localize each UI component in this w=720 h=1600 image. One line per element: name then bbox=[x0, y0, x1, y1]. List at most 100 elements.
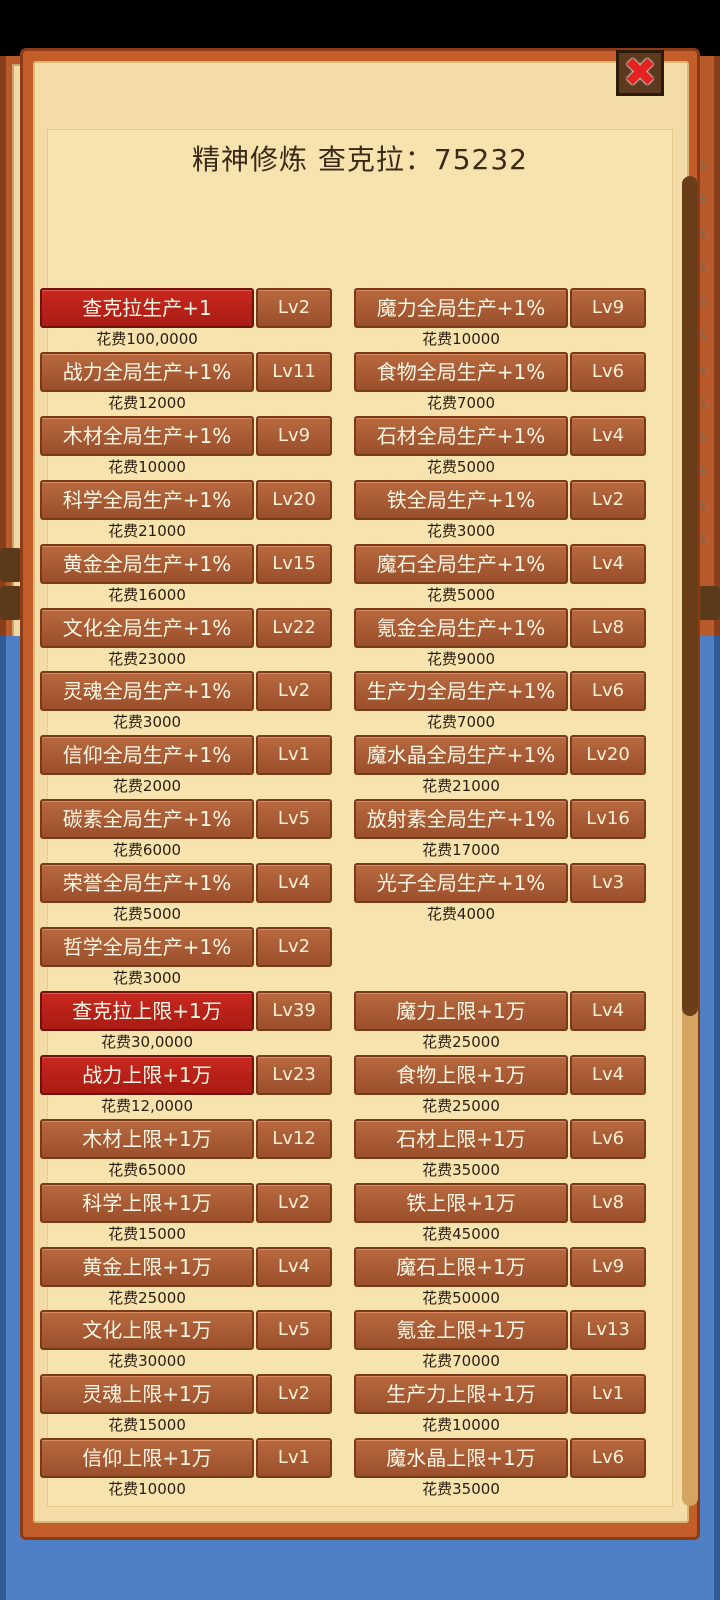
skill-upgrade-button[interactable]: 荣誉全局生产+1% bbox=[40, 863, 254, 903]
skill-upgrade-button[interactable]: 黄金全局生产+1% bbox=[40, 544, 254, 584]
skill-upgrade-button[interactable]: 灵魂全局生产+1% bbox=[40, 671, 254, 711]
close-button[interactable]: ✖ bbox=[616, 50, 664, 96]
skill-cost-label: 花费12,0000 bbox=[100, 1097, 194, 1115]
scrollbar-thumb[interactable] bbox=[682, 176, 698, 1016]
skill-upgrade-button[interactable]: 信仰全局生产+1% bbox=[40, 735, 254, 775]
skill-upgrade-button[interactable]: 魔水晶全局生产+1% bbox=[354, 735, 568, 775]
skill-cost-label: 花费10000 bbox=[108, 458, 186, 476]
skill-upgrade-button[interactable]: 铁全局生产+1% bbox=[354, 480, 568, 520]
skill-level-badge[interactable]: Lv4 bbox=[570, 1055, 646, 1095]
skill-level-badge[interactable]: Lv4 bbox=[570, 991, 646, 1031]
skill-level-badge[interactable]: Lv20 bbox=[256, 480, 332, 520]
skill-upgrade-button[interactable]: 黄金上限+1万 bbox=[40, 1247, 254, 1287]
skill-level-badge[interactable]: Lv39 bbox=[256, 991, 332, 1031]
skill-level-badge[interactable]: Lv4 bbox=[256, 863, 332, 903]
skill-level-badge[interactable]: Lv15 bbox=[256, 544, 332, 584]
skill-level-badge[interactable]: Lv2 bbox=[256, 288, 332, 328]
skill-level-badge[interactable]: Lv8 bbox=[570, 1183, 646, 1223]
close-icon: ✖ bbox=[623, 50, 657, 96]
skill-cost-label: 花费6000 bbox=[112, 841, 182, 859]
skill-upgrade-button[interactable]: 文化上限+1万 bbox=[40, 1310, 254, 1350]
skill-level-badge[interactable]: Lv2 bbox=[256, 1374, 332, 1414]
skill-level-badge[interactable]: Lv4 bbox=[570, 416, 646, 456]
skill-level-badge[interactable]: Lv9 bbox=[256, 416, 332, 456]
skill-upgrade-button[interactable]: 生产力全局生产+1% bbox=[354, 671, 568, 711]
skill-upgrade-button[interactable]: 魔力全局生产+1% bbox=[354, 288, 568, 328]
skill-level-badge[interactable]: Lv2 bbox=[570, 480, 646, 520]
skill-upgrade-button[interactable]: 木材全局生产+1% bbox=[40, 416, 254, 456]
skill-cost-label: 花费35000 bbox=[422, 1480, 500, 1498]
skill-upgrade-button[interactable]: 科学上限+1万 bbox=[40, 1183, 254, 1223]
skill-level-badge[interactable]: Lv1 bbox=[570, 1374, 646, 1414]
skill-upgrade-button[interactable]: 科学全局生产+1% bbox=[40, 480, 254, 520]
skill-level-badge[interactable]: Lv23 bbox=[256, 1055, 332, 1095]
skill-upgrade-button[interactable]: 哲学全局生产+1% bbox=[40, 927, 254, 967]
skill-level-badge[interactable]: Lv6 bbox=[570, 1119, 646, 1159]
skill-cost-label: 花费5000 bbox=[426, 586, 496, 604]
skill-upgrade-button[interactable]: 战力全局生产+1% bbox=[40, 352, 254, 392]
skill-upgrade-button[interactable]: 魔石全局生产+1% bbox=[354, 544, 568, 584]
skill-cost-label: 花费17000 bbox=[422, 841, 500, 859]
modal-title: 精神修炼 查克拉：75232 bbox=[192, 143, 528, 176]
skill-upgrade-button[interactable]: 食物上限+1万 bbox=[354, 1055, 568, 1095]
skill-level-badge[interactable]: Lv20 bbox=[570, 735, 646, 775]
skill-upgrade-button[interactable]: 魔水晶上限+1万 bbox=[354, 1438, 568, 1478]
skill-level-badge[interactable]: Lv9 bbox=[570, 1247, 646, 1287]
scrollbar[interactable] bbox=[682, 176, 698, 1506]
skill-upgrade-button[interactable]: 查克拉生产+1 bbox=[40, 288, 254, 328]
skill-cost-label: 花费15000 bbox=[108, 1416, 186, 1434]
skill-upgrade-button[interactable]: 碳素全局生产+1% bbox=[40, 799, 254, 839]
skill-upgrade-button[interactable]: 魔石上限+1万 bbox=[354, 1247, 568, 1287]
skill-level-badge[interactable]: Lv9 bbox=[570, 288, 646, 328]
skill-upgrade-button[interactable]: 生产力上限+1万 bbox=[354, 1374, 568, 1414]
skill-level-badge[interactable]: Lv1 bbox=[256, 1438, 332, 1478]
skill-level-badge[interactable]: Lv12 bbox=[256, 1119, 332, 1159]
skill-cost-label: 花费25000 bbox=[422, 1033, 500, 1051]
skill-upgrade-button[interactable]: 石材全局生产+1% bbox=[354, 416, 568, 456]
skill-cost-label: 花费21000 bbox=[422, 777, 500, 795]
skill-upgrade-button[interactable]: 文化全局生产+1% bbox=[40, 608, 254, 648]
skill-cost-label: 花费23000 bbox=[108, 650, 186, 668]
skill-cost-label: 花费4000 bbox=[426, 905, 496, 923]
skill-level-badge[interactable]: Lv22 bbox=[256, 608, 332, 648]
skill-level-badge[interactable]: Lv6 bbox=[570, 1438, 646, 1478]
skill-cost-label: 花费7000 bbox=[426, 713, 496, 731]
skill-upgrade-button[interactable]: 信仰上限+1万 bbox=[40, 1438, 254, 1478]
skill-upgrade-button[interactable]: 魔力上限+1万 bbox=[354, 991, 568, 1031]
skill-level-badge[interactable]: Lv2 bbox=[256, 927, 332, 967]
skill-upgrade-button[interactable]: 查克拉上限+1万 bbox=[40, 991, 254, 1031]
skill-cost-label: 花费65000 bbox=[108, 1161, 186, 1179]
skill-cost-label: 花费25000 bbox=[108, 1289, 186, 1307]
skill-upgrade-button[interactable]: 石材上限+1万 bbox=[354, 1119, 568, 1159]
skill-level-badge[interactable]: Lv2 bbox=[256, 1183, 332, 1223]
skill-cost-label: 花费21000 bbox=[108, 522, 186, 540]
skill-cost-label: 花费10000 bbox=[108, 1480, 186, 1498]
skill-level-badge[interactable]: Lv13 bbox=[570, 1310, 646, 1350]
skill-upgrade-button[interactable]: 氪金全局生产+1% bbox=[354, 608, 568, 648]
skill-cost-label: 花费9000 bbox=[426, 650, 496, 668]
skill-upgrade-button[interactable]: 氪金上限+1万 bbox=[354, 1310, 568, 1350]
skill-cost-label: 花费10000 bbox=[422, 1416, 500, 1434]
skill-upgrade-button[interactable]: 食物全局生产+1% bbox=[354, 352, 568, 392]
skill-level-badge[interactable]: Lv8 bbox=[570, 608, 646, 648]
skill-level-badge[interactable]: Lv1 bbox=[256, 735, 332, 775]
skill-level-badge[interactable]: Lv11 bbox=[256, 352, 332, 392]
skill-upgrade-button[interactable]: 木材上限+1万 bbox=[40, 1119, 254, 1159]
skill-upgrade-button[interactable]: 铁上限+1万 bbox=[354, 1183, 568, 1223]
skill-level-badge[interactable]: Lv5 bbox=[256, 799, 332, 839]
skill-upgrade-button[interactable]: 光子全局生产+1% bbox=[354, 863, 568, 903]
skill-level-badge[interactable]: Lv6 bbox=[570, 671, 646, 711]
skill-level-badge[interactable]: Lv4 bbox=[570, 544, 646, 584]
skill-level-badge[interactable]: Lv3 bbox=[570, 863, 646, 903]
skill-level-badge[interactable]: Lv2 bbox=[256, 671, 332, 711]
skill-cost-label: 花费3000 bbox=[426, 522, 496, 540]
skill-cost-label: 花费35000 bbox=[422, 1161, 500, 1179]
skill-level-badge[interactable]: Lv5 bbox=[256, 1310, 332, 1350]
skill-level-badge[interactable]: Lv4 bbox=[256, 1247, 332, 1287]
skill-level-badge[interactable]: Lv6 bbox=[570, 352, 646, 392]
skill-level-badge[interactable]: Lv16 bbox=[570, 799, 646, 839]
skill-cost-label: 花费45000 bbox=[422, 1225, 500, 1243]
skill-upgrade-button[interactable]: 灵魂上限+1万 bbox=[40, 1374, 254, 1414]
skill-upgrade-button[interactable]: 战力上限+1万 bbox=[40, 1055, 254, 1095]
skill-upgrade-button[interactable]: 放射素全局生产+1% bbox=[354, 799, 568, 839]
